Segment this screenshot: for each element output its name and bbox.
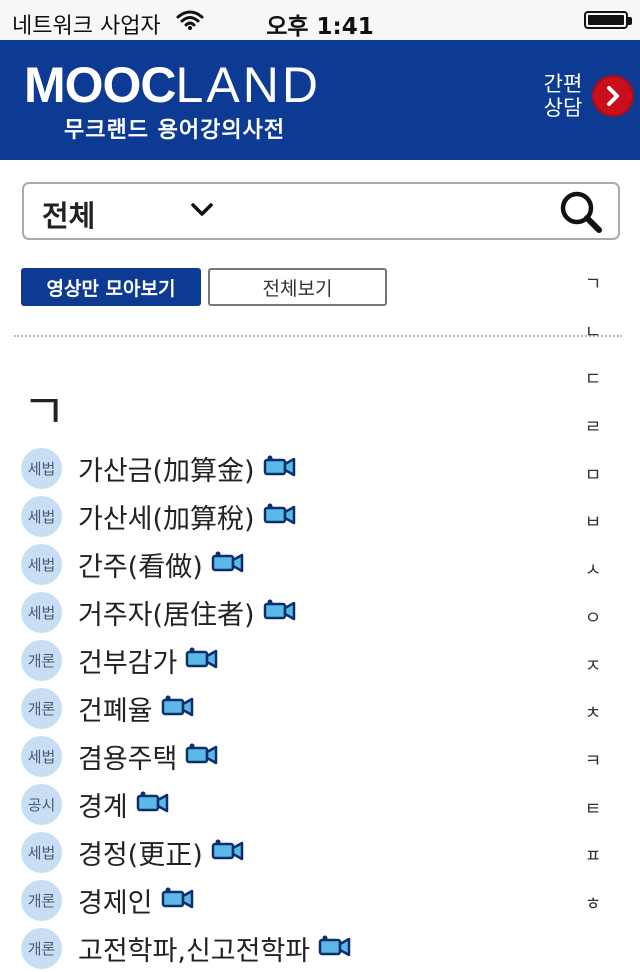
category-badge: 개론 xyxy=(21,927,62,969)
category-badge: 개론 xyxy=(21,639,62,681)
index-letter[interactable]: ㄱ xyxy=(576,270,610,318)
term-label[interactable]: 겸용주택 xyxy=(78,737,177,776)
term-label[interactable]: 건폐율 xyxy=(78,689,153,728)
video-camera-icon[interactable] xyxy=(211,550,245,578)
section-heading: ㄱ xyxy=(22,384,67,440)
video-camera-icon[interactable] xyxy=(318,934,352,962)
chevron-right-icon[interactable] xyxy=(592,75,634,117)
index-letter[interactable]: ㅇ xyxy=(576,604,610,652)
search-bar: 전체 xyxy=(22,182,620,240)
list-item[interactable]: 세법 겸용주택 xyxy=(21,732,581,780)
status-bar: 네트워크 사업자 오후 1:41 xyxy=(0,0,640,40)
index-letter[interactable]: ㅊ xyxy=(576,699,610,747)
category-badge: 세법 xyxy=(21,591,62,633)
index-letter[interactable]: ㅂ xyxy=(576,508,610,556)
list-item[interactable]: 공시 경계 xyxy=(21,780,581,828)
logo-subtitle: 무크랜드 용어강의사전 xyxy=(64,118,286,143)
list-item[interactable]: 개론 건폐율 xyxy=(21,684,581,732)
list-item[interactable]: 세법 가산세(加算稅) xyxy=(21,492,581,540)
category-badge: 세법 xyxy=(21,831,62,873)
mooc-land-logo[interactable]: MOOCLAND 무크랜드 용어강의사전 xyxy=(24,60,321,144)
video-camera-icon[interactable] xyxy=(263,454,297,482)
term-label[interactable]: 거주자(居住者) xyxy=(78,593,255,632)
index-letter[interactable]: ㄷ xyxy=(576,365,610,413)
video-camera-icon[interactable] xyxy=(263,598,297,626)
chevron-down-icon[interactable] xyxy=(190,202,214,222)
list-item[interactable]: 개론 경제인 xyxy=(21,876,581,924)
category-badge: 세법 xyxy=(21,543,62,585)
term-label[interactable]: 가산금(加算金) xyxy=(78,449,255,488)
category-badge: 개론 xyxy=(21,687,62,729)
term-label[interactable]: 가산세(加算稅) xyxy=(78,497,255,536)
list-item[interactable]: 세법 경정(更正) xyxy=(21,828,581,876)
category-badge: 세법 xyxy=(21,495,62,537)
term-label[interactable]: 경제인 xyxy=(78,881,153,920)
category-badge: 세법 xyxy=(21,447,62,489)
quick-consult-button[interactable]: 간편 상담 xyxy=(540,72,634,120)
video-camera-icon[interactable] xyxy=(136,790,170,818)
index-letter[interactable]: ㅍ xyxy=(576,842,610,890)
search-icon[interactable] xyxy=(558,189,604,239)
video-camera-icon[interactable] xyxy=(263,502,297,530)
logo-text-mooc: MOOC xyxy=(24,57,177,113)
index-letter[interactable]: ㅋ xyxy=(576,747,610,795)
term-label[interactable]: 경정(更正) xyxy=(78,833,203,872)
category-badge: 개론 xyxy=(21,879,62,921)
consonant-index: ㄱㄴㄷㄹㅁㅂㅅㅇㅈㅊㅋㅌㅍㅎ xyxy=(576,270,610,938)
view-all-button[interactable]: 전체보기 xyxy=(208,268,387,306)
index-letter[interactable]: ㄴ xyxy=(576,318,610,366)
app-header: MOOCLAND 무크랜드 용어강의사전 간편 상담 xyxy=(0,40,640,160)
term-list: 세법 가산금(加算金) 세법 가산세(加算稅) 세법 간주(看做) 세법 거주자(居住者) 개론… xyxy=(21,444,581,972)
index-letter[interactable]: ㅁ xyxy=(576,461,610,509)
category-select[interactable]: 전체 xyxy=(42,193,95,235)
term-label[interactable]: 건부감가 xyxy=(78,641,177,680)
video-camera-icon[interactable] xyxy=(185,742,219,770)
list-item[interactable]: 세법 거주자(居住者) xyxy=(21,588,581,636)
index-letter[interactable]: ㅈ xyxy=(576,652,610,700)
list-item[interactable]: 세법 간주(看做) xyxy=(21,540,581,588)
category-badge: 세법 xyxy=(21,735,62,777)
video-camera-icon[interactable] xyxy=(211,838,245,866)
divider xyxy=(14,335,622,337)
index-letter[interactable]: ㄹ xyxy=(576,413,610,461)
consult-label-line1: 간편 xyxy=(543,72,583,96)
index-letter[interactable]: ㅎ xyxy=(576,890,610,938)
list-item[interactable]: 개론 고전학파,신고전학파 xyxy=(21,924,581,972)
index-letter[interactable]: ㅌ xyxy=(576,795,610,843)
list-item[interactable]: 세법 가산금(加算金) xyxy=(21,444,581,492)
category-badge: 공시 xyxy=(21,783,62,825)
term-label[interactable]: 경계 xyxy=(78,785,128,824)
consult-label-line2: 상담 xyxy=(543,96,583,120)
video-camera-icon[interactable] xyxy=(161,694,195,722)
video-camera-icon[interactable] xyxy=(185,646,219,674)
term-label[interactable]: 간주(看做) xyxy=(78,545,203,584)
term-label[interactable]: 고전학파,신고전학파 xyxy=(78,929,310,968)
index-letter[interactable]: ㅅ xyxy=(576,556,610,604)
status-time: 오후 1:41 xyxy=(266,14,374,40)
logo-text-land: LAND xyxy=(175,57,321,113)
battery-icon xyxy=(584,11,632,29)
video-camera-icon[interactable] xyxy=(161,886,195,914)
list-item[interactable]: 개론 건부감가 xyxy=(21,636,581,684)
video-only-button[interactable]: 영상만 모아보기 xyxy=(21,268,201,306)
